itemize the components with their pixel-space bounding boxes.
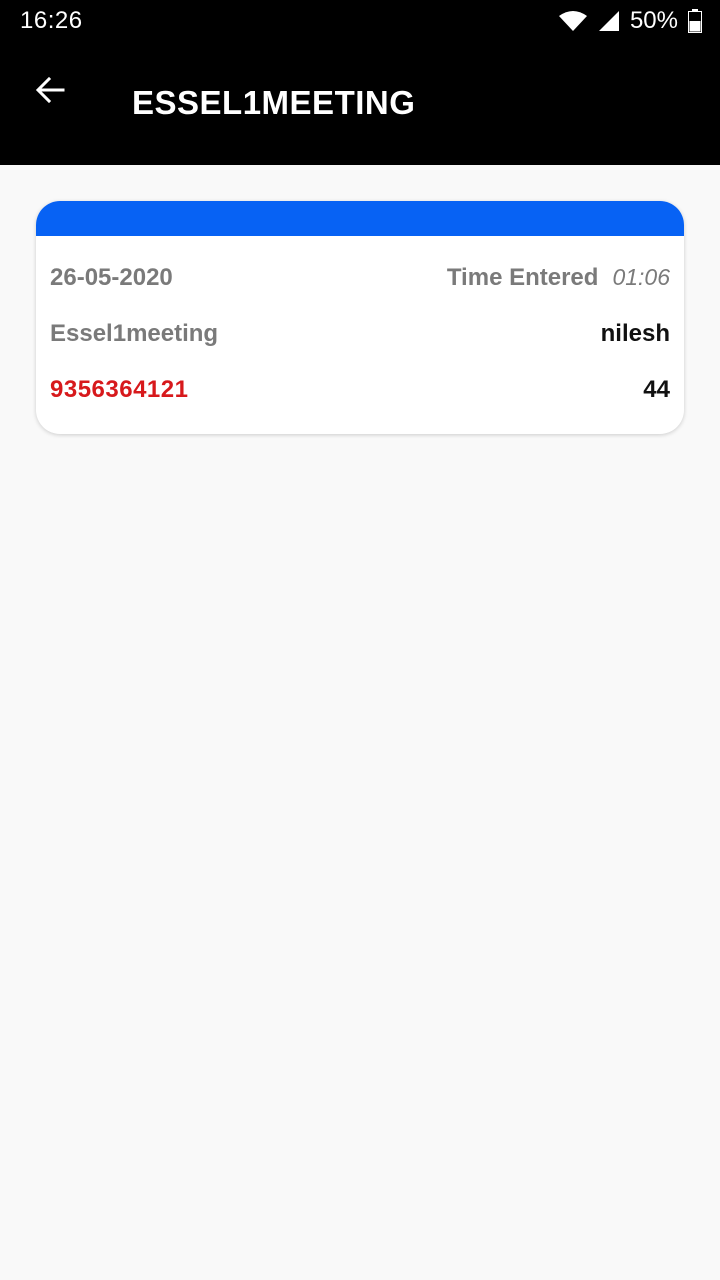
time-entered-label: Time Entered bbox=[446, 264, 599, 291]
user-name: nilesh bbox=[600, 320, 670, 347]
page-title: ESSEL1MEETING bbox=[132, 84, 416, 121]
card-row-phone-count: 9356364121 44 bbox=[50, 376, 670, 404]
phone-number: 9356364121 bbox=[50, 376, 189, 403]
battery-percent: 50% bbox=[629, 7, 678, 34]
wifi-icon bbox=[558, 10, 588, 32]
meeting-name: Essel1meeting bbox=[50, 320, 219, 347]
time-entered-value: 01:06 bbox=[612, 264, 670, 290]
count-value: 44 bbox=[643, 376, 670, 403]
meeting-date: 26-05-2020 bbox=[50, 264, 173, 291]
status-time: 16:26 bbox=[20, 7, 83, 34]
meeting-card[interactable]: 26-05-2020 Time Entered 01:06 Essel1meeti… bbox=[36, 201, 684, 434]
card-row-meeting-user: Essel1meeting nilesh bbox=[50, 320, 670, 348]
card-row-date-time: 26-05-2020 Time Entered 01:06 bbox=[50, 264, 670, 292]
battery-icon bbox=[688, 9, 702, 33]
back-button[interactable] bbox=[26, 68, 74, 116]
card-header-bar bbox=[36, 201, 684, 236]
status-bar: 16:26 50% bbox=[0, 0, 720, 42]
time-entered: Time Entered 01:06 bbox=[447, 264, 670, 292]
status-icons: 50% bbox=[558, 6, 702, 36]
cell-signal-icon bbox=[598, 10, 620, 32]
app-bar: ESSEL1MEETING bbox=[0, 42, 720, 165]
arrow-left-icon bbox=[35, 76, 65, 108]
